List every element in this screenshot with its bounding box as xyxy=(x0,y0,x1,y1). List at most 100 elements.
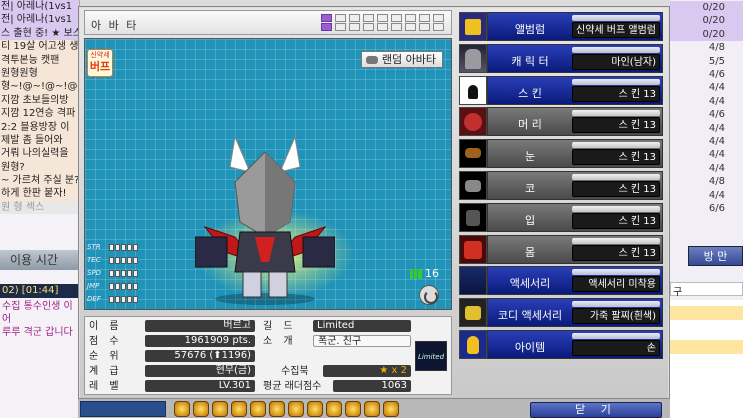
toolbar-icon[interactable] xyxy=(269,401,285,417)
room-list-item[interactable]: 원형? xyxy=(0,160,79,175)
equip-highlight xyxy=(572,205,660,212)
toolbar-icon[interactable] xyxy=(364,401,380,417)
rank-label: 순 위 xyxy=(89,351,123,362)
equip-name: 아이템 xyxy=(514,341,546,354)
room-list-item[interactable]: 전| 아레나(1vs1 xyxy=(0,13,79,27)
equip-highlight xyxy=(572,46,660,53)
equip-bar: 액세서리 액세서리 미착용 xyxy=(487,266,663,296)
room-list-item[interactable]: 티 19살 어고생 생 xyxy=(0,40,79,54)
room-list-item[interactable]: 원 형 섹스 xyxy=(0,200,79,215)
equip-slot[interactable]: 몸 스 킨 13 xyxy=(459,234,663,264)
stat-panel: STR TEC SPD JMP DEF xyxy=(87,241,139,306)
equip-slot[interactable]: 캐 릭 터 마인(남자) xyxy=(459,43,663,73)
room-list-item[interactable]: 하게 한판 붙자! xyxy=(0,187,79,201)
toolbar-icon[interactable] xyxy=(231,401,247,417)
room-list-item[interactable]: 2:2 블용방장 이 xyxy=(0,120,79,134)
close-button[interactable]: 닫 기 xyxy=(530,402,662,418)
equip-slot[interactable]: 머 리 스 킨 13 xyxy=(459,107,663,137)
toolbar-icon[interactable] xyxy=(383,401,399,417)
equip-thumbnail-icon xyxy=(459,330,487,359)
equip-bar: 몸 스 킨 13 xyxy=(487,234,663,264)
room-list-item[interactable]: 전| 아레나(1vs1 xyxy=(0,0,79,14)
equip-slot[interactable]: 코디 액세서리 가죽 팔찌(흰색) xyxy=(459,298,663,328)
toolbar-icon[interactable] xyxy=(307,401,323,417)
avatar-slot[interactable] xyxy=(405,14,416,22)
usage-time-bar: 이용 시간 xyxy=(0,250,80,270)
avatar-slot[interactable] xyxy=(433,14,444,22)
avatar-slot[interactable] xyxy=(433,23,444,31)
rotate-button[interactable] xyxy=(419,285,439,305)
equip-highlight xyxy=(572,15,660,21)
toolbar-icon[interactable] xyxy=(345,401,361,417)
avatar-slot[interactable] xyxy=(405,23,416,31)
room-list-item[interactable]: 제발 좀 들어와 xyxy=(0,133,79,148)
room-count: 4/8 xyxy=(708,176,725,188)
equip-bar: 머 리 스 킨 13 xyxy=(487,107,663,137)
avatar-slot[interactable] xyxy=(349,23,360,31)
toolbar-icon[interactable] xyxy=(326,401,342,417)
avatar-slot[interactable] xyxy=(335,14,346,22)
toolbar-tab[interactable] xyxy=(80,401,166,417)
make-room-button[interactable]: 방 만 xyxy=(688,246,743,266)
stat-row: TEC xyxy=(87,254,139,266)
equip-slot[interactable]: 아이템 손 xyxy=(459,330,663,359)
room-list-item[interactable]: 원형원형 xyxy=(0,66,79,81)
lobby-panel xyxy=(670,300,743,418)
stat-row: STR xyxy=(87,241,139,253)
room-list-item[interactable]: 거뤄 나의실력을 xyxy=(0,147,79,161)
room-list-item[interactable]: 형~!@~!@~!@ xyxy=(0,80,79,94)
avatar-slot[interactable] xyxy=(321,23,332,31)
equip-value: 신약세 버프 앨범럼 xyxy=(572,22,660,38)
equip-bar: 앨범럼 신약세 버프 앨범럼 xyxy=(487,12,663,41)
toolbar-icon[interactable] xyxy=(193,401,209,417)
avatar-slot[interactable] xyxy=(377,23,388,31)
avatar-slot[interactable] xyxy=(335,23,346,31)
room-count: 6/6 xyxy=(708,203,725,214)
avatar-slot[interactable] xyxy=(419,14,430,22)
toolbar-icon[interactable] xyxy=(288,401,304,417)
equip-slot[interactable]: 스 킨 스 킨 13 xyxy=(459,75,663,105)
room-count: 4/4 xyxy=(708,122,725,134)
random-avatar-button[interactable]: 랜덤 아바타 xyxy=(360,51,443,68)
lobby-highlight xyxy=(670,306,743,320)
equip-thumbnail-icon xyxy=(459,107,487,137)
equip-name: 몸 xyxy=(524,245,536,259)
equip-slot[interactable]: 눈 스 킨 13 xyxy=(459,139,663,169)
stat-label: STR xyxy=(87,243,101,251)
room-list-item[interactable]: 격투본능 캣팬 xyxy=(0,53,79,67)
equip-bar: 눈 스 킨 13 xyxy=(487,139,663,169)
avatar-slot[interactable] xyxy=(363,14,374,22)
toolbar-icon[interactable] xyxy=(250,401,266,417)
toolbar-icon[interactable] xyxy=(212,401,228,417)
equip-thumbnail-icon xyxy=(459,202,487,232)
equip-slot[interactable]: 코 스 킨 13 xyxy=(459,171,663,200)
room-count: 4/8 xyxy=(708,42,725,54)
equip-value: 스 킨 13 xyxy=(572,244,660,261)
room-list-item[interactable]: 지깜 12연승 격파 xyxy=(0,107,79,121)
ladder-label: 평균 래더점수 xyxy=(263,381,322,392)
name-value: 버르고 xyxy=(145,320,255,332)
avatar-slot[interactable] xyxy=(349,14,360,22)
avatar-slot[interactable] xyxy=(419,23,430,31)
equip-highlight xyxy=(572,237,660,244)
room-list-item[interactable]: ~ 가르쳐 주실 분? xyxy=(0,174,79,188)
equip-slot[interactable]: 액세서리 액세서리 미착용 xyxy=(459,266,663,296)
equip-name: 코디 액세서리 xyxy=(497,309,563,323)
room-count: 0/20 xyxy=(670,14,743,28)
equip-slot[interactable]: 입 스 킨 13 xyxy=(459,202,663,232)
equip-name: 머 리 xyxy=(518,118,542,132)
equip-name: 액세서리 xyxy=(509,277,551,291)
guild-value: Limited xyxy=(313,320,411,332)
equip-slot[interactable]: 앨범럼 신약세 버프 앨범럼 xyxy=(459,12,663,41)
lobby-tab[interactable]: 구 xyxy=(670,282,743,298)
avatar-slot[interactable] xyxy=(391,23,402,31)
toolbar-icon[interactable] xyxy=(174,401,190,417)
guild-label: 길 드 xyxy=(263,321,297,332)
room-list-item[interactable]: 스 출현 중! ★ 보스 xyxy=(0,26,79,41)
avatar-slot[interactable] xyxy=(321,14,332,22)
avatar-slot[interactable] xyxy=(391,14,402,22)
avatar-slot[interactable] xyxy=(363,23,374,31)
stat-cell xyxy=(127,243,132,251)
room-list-item[interactable]: 지깜 초보들의방 xyxy=(0,93,79,108)
avatar-slot[interactable] xyxy=(377,14,388,22)
